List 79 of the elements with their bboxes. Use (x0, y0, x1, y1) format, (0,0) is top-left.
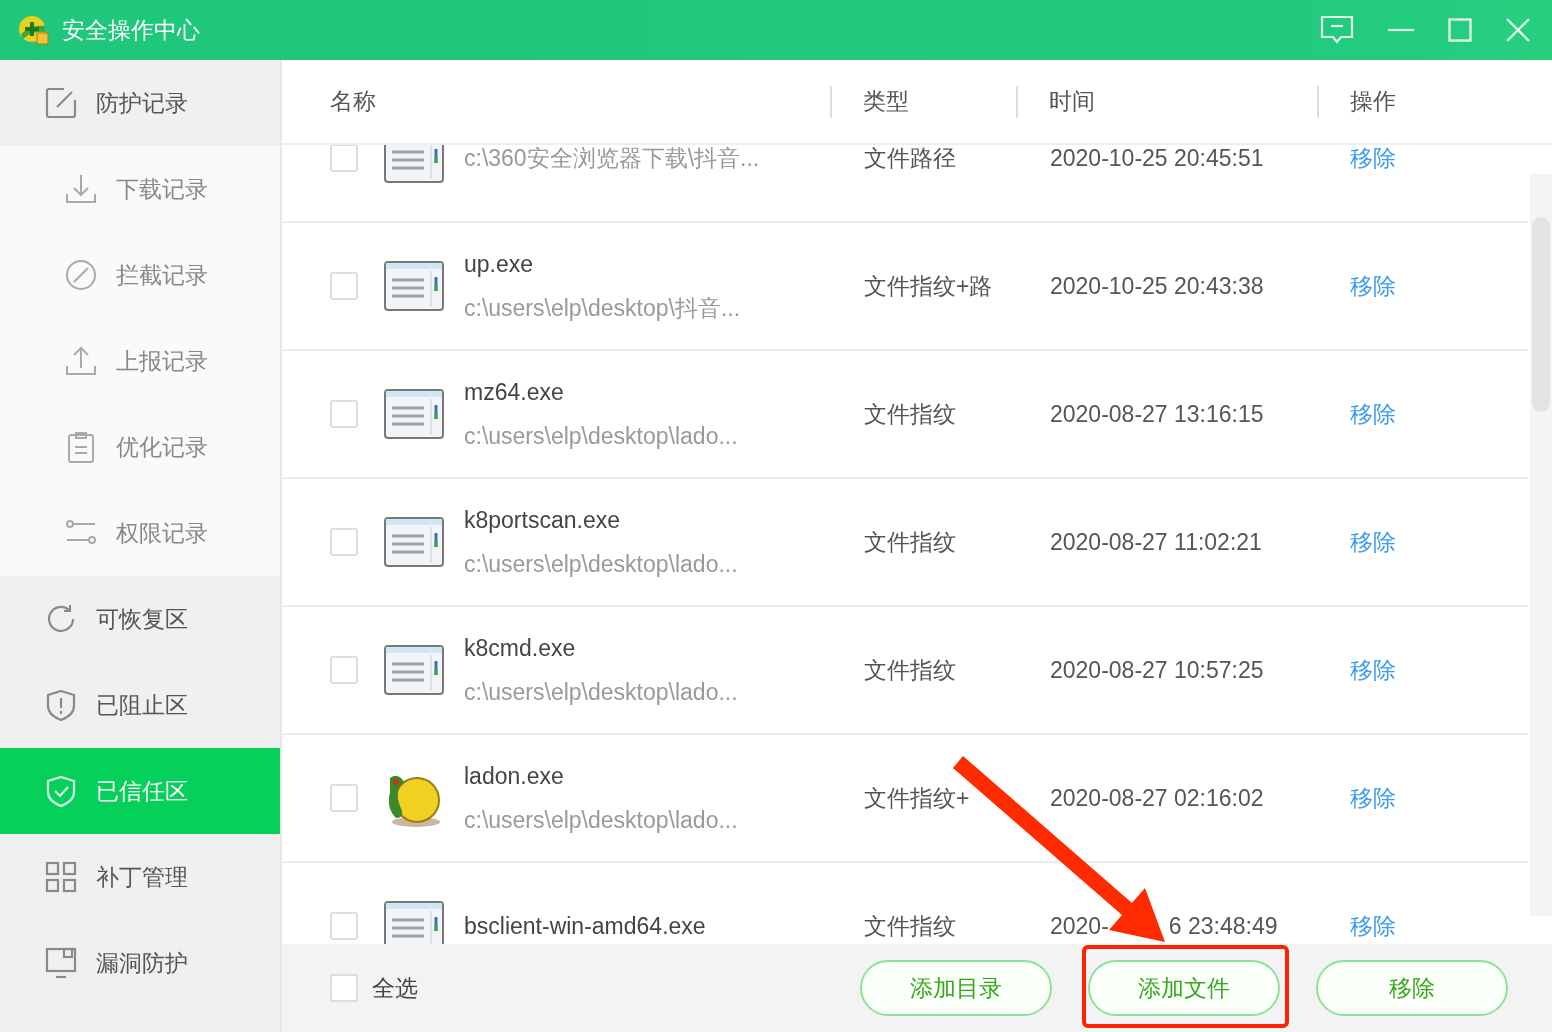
grid-icon (44, 860, 78, 894)
remove-link[interactable]: 移除 (1350, 145, 1396, 174)
window-title: 安全操作中心 (62, 15, 200, 45)
checkbox[interactable] (330, 272, 358, 300)
sidebar-item[interactable]: 补丁管理 (0, 834, 280, 920)
column-header: 名称 (329, 87, 377, 116)
add-button[interactable]: 添加目录 (860, 960, 1052, 1016)
sidebar-subitem[interactable]: 拦截记录 (0, 232, 280, 318)
file-name: k8cmd.exe (464, 634, 577, 663)
table-cell-text: 文件指纹 (864, 527, 957, 557)
table-cell: 2020-08-27 13:16:15 (1050, 400, 1264, 428)
sidebar-subitem[interactable]: 下载记录 (0, 146, 280, 232)
sidebar-subitem[interactable]: 上报记录 (0, 318, 280, 404)
checkbox[interactable] (330, 912, 358, 940)
table-cell: 2020-10-25 20:43:38 (1050, 272, 1264, 300)
checkbox[interactable] (330, 528, 358, 556)
table-cell-text: 文件路径 (864, 145, 957, 173)
sidebar-item[interactable]: 已信任区 (0, 748, 280, 834)
blocked-icon (64, 258, 98, 292)
table-cell-text: 文件指纹 (864, 655, 957, 685)
download-icon (64, 172, 98, 206)
select-all-label[interactable]: 全选 (372, 972, 418, 1004)
remove-link[interactable]: 移除 (1350, 782, 1396, 814)
file-name: up.exe (464, 250, 535, 279)
table-cell: 2020-10-25 20:45:51 (1050, 145, 1264, 172)
sidebar-subitem[interactable]: 权限记录 (0, 490, 280, 576)
table-cell: 2020-08-27 11:02:21 (1050, 528, 1262, 556)
maximize-icon[interactable] (1448, 18, 1472, 42)
table-cell-text: 文件指纹+ (864, 783, 971, 813)
plus-shield-icon (18, 14, 50, 46)
checkbox[interactable] (330, 400, 358, 428)
checkbox[interactable] (330, 784, 358, 812)
table-cell-text: 文件指纹 (864, 911, 957, 941)
edit-icon (44, 86, 78, 120)
remove-link[interactable]: 移除 (1350, 270, 1396, 302)
upload-icon (64, 344, 98, 378)
document-window-icon (384, 261, 444, 311)
table-cell-text: 文件指纹+路 (864, 271, 994, 301)
sidebar-item[interactable]: 已阻止区 (0, 662, 280, 748)
table-cell: 6 23:48:49 (1168, 912, 1278, 940)
file-path: c:\users\elp\desktop\lado... (464, 422, 738, 451)
table-cell-text: 文件指纹 (864, 399, 957, 429)
column-header: 类型 (862, 87, 910, 116)
remove-button[interactable]: 移除 (1316, 960, 1508, 1016)
file-path: c:\users\elp\desktop\lado... (464, 678, 738, 707)
file-name: bsclient-win-amd64.exe (464, 912, 706, 941)
column-header: 时间 (1048, 87, 1096, 116)
file-name: mz64.exe (464, 378, 565, 407)
shield-alert-icon (44, 688, 78, 722)
file-path: c:\users\elp\desktop\lado... (464, 550, 738, 579)
sidebar-item[interactable]: 防护记录 (0, 60, 280, 146)
close-icon[interactable] (1506, 18, 1530, 42)
shield-check-icon (44, 774, 78, 808)
sidebar-item[interactable]: 可恢复区 (0, 576, 280, 662)
file-name: k8portscan.exe (464, 506, 621, 535)
remove-link[interactable]: 移除 (1350, 654, 1396, 686)
sidebar-item[interactable]: 漏洞防护 (0, 920, 280, 1006)
file-path: c:\users\elp\desktop\抖音... (464, 294, 741, 323)
remove-link[interactable]: 移除 (1350, 398, 1396, 430)
file-name: ladon.exe (464, 762, 565, 791)
sidebar-subitem[interactable]: 优化记录 (0, 404, 280, 490)
remove-link[interactable]: 移除 (1350, 910, 1396, 942)
minimize-icon[interactable] (1388, 28, 1414, 32)
document-window-icon (384, 389, 444, 439)
feedback-icon[interactable] (1320, 15, 1354, 45)
remove-link[interactable]: 移除 (1350, 526, 1396, 558)
table-cell: 2020-08-27 10:57:25 (1050, 656, 1264, 684)
monitor-icon (44, 946, 78, 980)
document-window-icon (384, 645, 444, 695)
table-cell: 2020- (1050, 912, 1109, 940)
checkbox[interactable] (330, 145, 358, 172)
file-path: c:\users\elp\desktop\lado... (464, 806, 738, 835)
checkbox[interactable] (330, 974, 358, 1002)
add-button[interactable]: 添加文件 (1088, 960, 1280, 1016)
table-cell: 2020-08-27 02:16:02 (1050, 784, 1264, 812)
file-path: c:\360安全浏览器下载\抖音... (464, 145, 760, 173)
column-header: 操作 (1349, 87, 1396, 116)
document-window-icon (384, 517, 444, 567)
checkbox[interactable] (330, 656, 358, 684)
